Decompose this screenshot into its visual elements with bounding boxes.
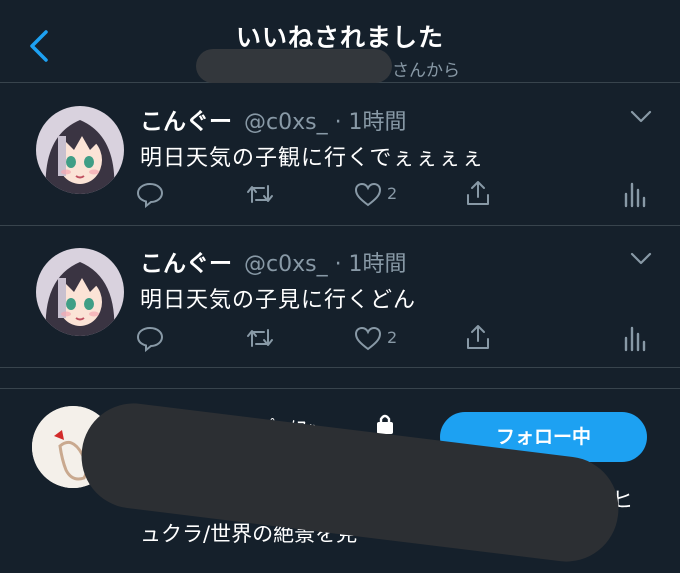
- like-icon[interactable]: [354, 325, 382, 353]
- tweet-text: 明日天気の子観に行くでぇぇぇぇ: [140, 146, 485, 171]
- tweet-text: 明日天気の子見に行くどん: [140, 288, 417, 313]
- avatar[interactable]: [36, 248, 124, 336]
- header-subtitle: さんから: [392, 61, 460, 81]
- share-icon[interactable]: [464, 323, 492, 351]
- display-name[interactable]: こんぐー: [140, 102, 232, 136]
- retweet-icon[interactable]: [246, 324, 274, 352]
- analytics-icon[interactable]: [620, 324, 648, 352]
- like-icon[interactable]: [354, 181, 382, 209]
- avatar[interactable]: [36, 106, 124, 194]
- reply-icon[interactable]: [136, 324, 164, 352]
- display-name[interactable]: こんぐー: [140, 244, 232, 278]
- redacted-username: [196, 49, 392, 83]
- chevron-down-icon[interactable]: [630, 252, 652, 266]
- analytics-icon[interactable]: [620, 180, 648, 208]
- handle-and-time: @c0xs_ · 1時間: [244, 252, 407, 277]
- tweet[interactable]: こんぐー @c0xs_ · 1時間 明日天気の子見に行くどん 2: [0, 226, 680, 368]
- handle-and-time: @c0xs_ · 1時間: [244, 110, 407, 135]
- retweet-icon[interactable]: [246, 180, 274, 208]
- notification-header: いいねされました さんから: [0, 0, 680, 83]
- like-count: 2: [387, 184, 398, 203]
- share-icon[interactable]: [464, 179, 492, 207]
- like-count: 2: [387, 328, 398, 347]
- tweet[interactable]: こんぐー @c0xs_ · 1時間 明日天気の子観に行くでぇぇぇぇ 2: [0, 84, 680, 226]
- reply-icon[interactable]: [136, 180, 164, 208]
- chevron-down-icon[interactable]: [630, 110, 652, 124]
